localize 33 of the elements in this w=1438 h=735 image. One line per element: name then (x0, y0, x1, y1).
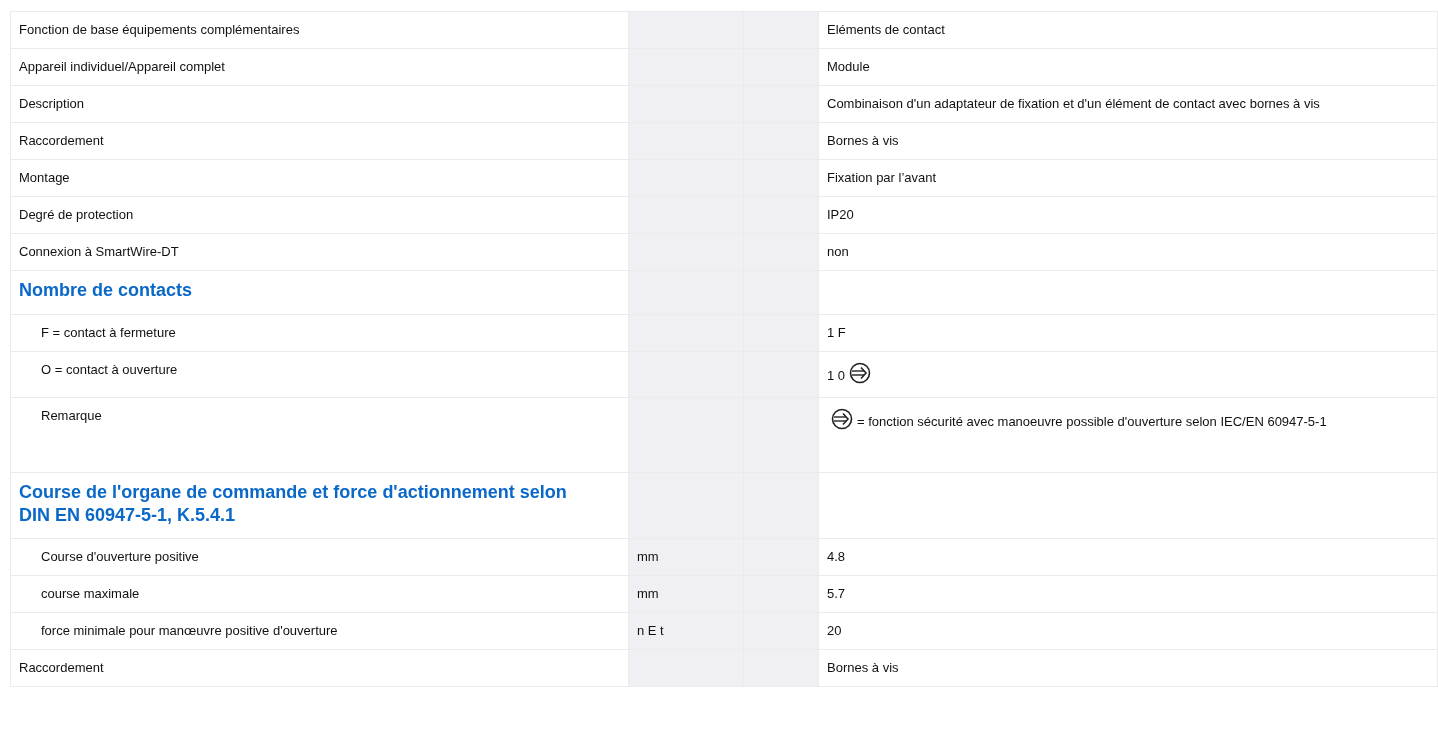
section-heading: Nombre de contacts (19, 279, 194, 302)
property-value: Fixation par l’avant (827, 170, 937, 185)
property-value: IP20 (827, 207, 854, 222)
property-label: Fonction de base équipements complémentaires (19, 22, 300, 38)
property-label: Remarque (40, 408, 102, 424)
property-label: Appareil individuel/Appareil complet (19, 59, 225, 75)
unit-text: mm (637, 549, 659, 564)
property-value: Module (827, 59, 870, 74)
property-label: Raccordement (19, 660, 104, 676)
section-heading: Course de l'organe de commande et force d'actionnement selon DIN EN 60947-5-1, K.5.4.1 (19, 481, 568, 527)
property-value: 4.8 (827, 549, 846, 564)
property-label: force minimale pour manœuvre positive d'ouverture (40, 623, 338, 639)
property-label: Connexion à SmartWire-DT (19, 244, 179, 260)
property-value: Bornes à vis (827, 133, 899, 148)
property-label: Description (19, 96, 85, 112)
property-value: non (827, 244, 849, 259)
property-label: Course d'ouverture positive (40, 549, 199, 565)
unit-text: n E t (637, 623, 664, 638)
property-value: 20 (827, 623, 842, 638)
property-value: Eléments de contact (827, 22, 945, 37)
property-value: = fonction sécurité avec manoeuvre possible d'ouverture selon IEC/EN 60947-5-1 (857, 414, 1327, 429)
unit-text: mm (637, 586, 659, 601)
property-label: course maximale (40, 586, 140, 602)
property-label: Degré de protection (19, 207, 134, 223)
property-label: O = contact à ouverture (40, 362, 178, 378)
property-label: Raccordement (19, 133, 104, 149)
property-value: 1 F (827, 325, 846, 340)
property-value: Bornes à vis (827, 660, 899, 675)
property-value: 1 0 (827, 368, 846, 383)
property-label: F = contact à fermeture (40, 325, 176, 341)
property-value: Combinaison d'un adaptateur de fixation et d'un élément de contact avec bornes à vis (827, 96, 1320, 111)
property-label: Montage (19, 170, 70, 186)
property-value: 5.7 (827, 586, 846, 601)
